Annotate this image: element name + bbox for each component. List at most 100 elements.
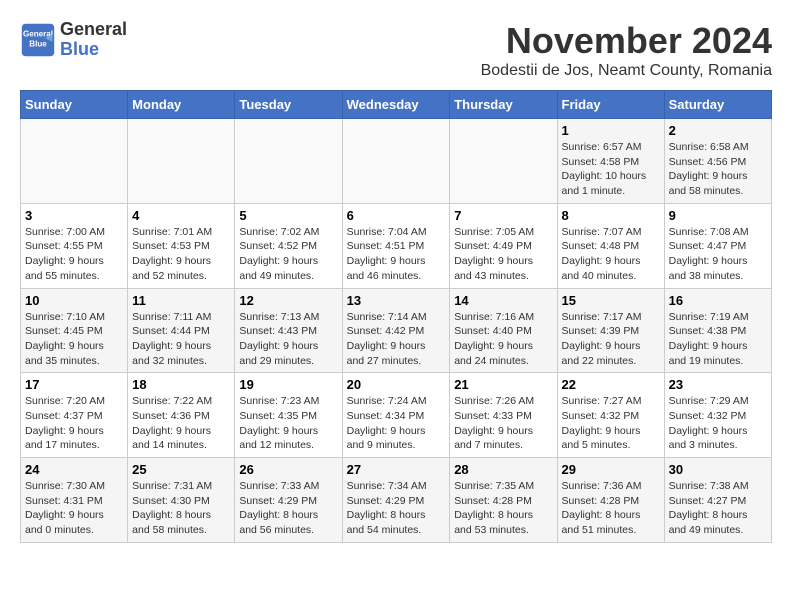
day-number: 14 <box>454 293 552 308</box>
day-cell: 19 Sunrise: 7:23 AM Sunset: 4:35 PM Dayli… <box>235 373 342 458</box>
day-number: 19 <box>239 377 337 392</box>
day-info: Sunrise: 7:33 AM Sunset: 4:29 PM Dayligh… <box>239 479 337 538</box>
day-info: Sunrise: 6:57 AM Sunset: 4:58 PM Dayligh… <box>562 140 660 199</box>
header: General Blue General Blue November 2024 … <box>20 20 772 80</box>
day-cell: 21 Sunrise: 7:26 AM Sunset: 4:33 PM Dayli… <box>450 373 557 458</box>
day-cell: 13 Sunrise: 7:14 AM Sunset: 4:42 PM Dayli… <box>342 288 450 373</box>
day-info: Sunrise: 7:26 AM Sunset: 4:33 PM Dayligh… <box>454 394 552 453</box>
logo-line2: Blue <box>60 40 127 60</box>
svg-text:Blue: Blue <box>29 39 47 48</box>
day-cell: 18 Sunrise: 7:22 AM Sunset: 4:36 PM Dayli… <box>128 373 235 458</box>
day-info: Sunrise: 7:19 AM Sunset: 4:38 PM Dayligh… <box>669 310 767 369</box>
day-info: Sunrise: 7:04 AM Sunset: 4:51 PM Dayligh… <box>347 225 446 284</box>
day-info: Sunrise: 7:23 AM Sunset: 4:35 PM Dayligh… <box>239 394 337 453</box>
day-number: 7 <box>454 208 552 223</box>
day-number: 15 <box>562 293 660 308</box>
day-info: Sunrise: 7:00 AM Sunset: 4:55 PM Dayligh… <box>25 225 123 284</box>
day-cell: 6 Sunrise: 7:04 AM Sunset: 4:51 PM Daylig… <box>342 203 450 288</box>
week-row-5: 24 Sunrise: 7:30 AM Sunset: 4:31 PM Dayli… <box>21 458 772 543</box>
day-cell: 15 Sunrise: 7:17 AM Sunset: 4:39 PM Dayli… <box>557 288 664 373</box>
day-cell: 16 Sunrise: 7:19 AM Sunset: 4:38 PM Dayli… <box>664 288 771 373</box>
weekday-header-monday: Monday <box>128 91 235 119</box>
day-cell: 27Sunrise: 7:34 AM Sunset: 4:29 PM Dayli… <box>342 458 450 543</box>
day-info: Sunrise: 7:10 AM Sunset: 4:45 PM Dayligh… <box>25 310 123 369</box>
day-info: Sunrise: 7:08 AM Sunset: 4:47 PM Dayligh… <box>669 225 767 284</box>
day-cell: 23 Sunrise: 7:29 AM Sunset: 4:32 PM Dayli… <box>664 373 771 458</box>
day-cell: 2 Sunrise: 6:58 AM Sunset: 4:56 PM Daylig… <box>664 119 771 204</box>
day-number: 3 <box>25 208 123 223</box>
day-cell: 7Sunrise: 7:05 AM Sunset: 4:49 PM Daylig… <box>450 203 557 288</box>
day-info: Sunrise: 7:20 AM Sunset: 4:37 PM Dayligh… <box>25 394 123 453</box>
weekday-header-saturday: Saturday <box>664 91 771 119</box>
day-number: 30 <box>669 462 767 477</box>
day-cell: 3 Sunrise: 7:00 AM Sunset: 4:55 PM Daylig… <box>21 203 128 288</box>
logo-icon: General Blue <box>20 22 56 58</box>
week-row-1: 1 Sunrise: 6:57 AM Sunset: 4:58 PM Daylig… <box>21 119 772 204</box>
day-number: 18 <box>132 377 230 392</box>
day-info: Sunrise: 7:02 AM Sunset: 4:52 PM Dayligh… <box>239 225 337 284</box>
day-cell: 12 Sunrise: 7:13 AM Sunset: 4:43 PM Dayli… <box>235 288 342 373</box>
day-number: 5 <box>239 208 337 223</box>
day-number: 22 <box>562 377 660 392</box>
day-info: Sunrise: 7:24 AM Sunset: 4:34 PM Dayligh… <box>347 394 446 453</box>
day-cell: 4Sunrise: 7:01 AM Sunset: 4:53 PM Daylig… <box>128 203 235 288</box>
day-number: 21 <box>454 377 552 392</box>
day-info: Sunrise: 7:35 AM Sunset: 4:28 PM Dayligh… <box>454 479 552 538</box>
day-cell <box>235 119 342 204</box>
day-cell: 20Sunrise: 7:24 AM Sunset: 4:34 PM Dayli… <box>342 373 450 458</box>
weekday-header-friday: Friday <box>557 91 664 119</box>
day-info: Sunrise: 7:30 AM Sunset: 4:31 PM Dayligh… <box>25 479 123 538</box>
day-number: 16 <box>669 293 767 308</box>
day-number: 25 <box>132 462 230 477</box>
day-number: 13 <box>347 293 446 308</box>
day-number: 29 <box>562 462 660 477</box>
day-cell: 11 Sunrise: 7:11 AM Sunset: 4:44 PM Dayli… <box>128 288 235 373</box>
day-info: Sunrise: 7:29 AM Sunset: 4:32 PM Dayligh… <box>669 394 767 453</box>
logo-line1: General <box>60 20 127 40</box>
day-info: Sunrise: 6:58 AM Sunset: 4:56 PM Dayligh… <box>669 140 767 199</box>
day-cell <box>128 119 235 204</box>
day-number: 11 <box>132 293 230 308</box>
day-cell: 14Sunrise: 7:16 AM Sunset: 4:40 PM Dayli… <box>450 288 557 373</box>
day-info: Sunrise: 7:01 AM Sunset: 4:53 PM Dayligh… <box>132 225 230 284</box>
day-info: Sunrise: 7:14 AM Sunset: 4:42 PM Dayligh… <box>347 310 446 369</box>
day-cell: 5 Sunrise: 7:02 AM Sunset: 4:52 PM Daylig… <box>235 203 342 288</box>
day-cell: 28 Sunrise: 7:35 AM Sunset: 4:28 PM Dayli… <box>450 458 557 543</box>
day-info: Sunrise: 7:17 AM Sunset: 4:39 PM Dayligh… <box>562 310 660 369</box>
day-cell: 8 Sunrise: 7:07 AM Sunset: 4:48 PM Daylig… <box>557 203 664 288</box>
day-info: Sunrise: 7:36 AM Sunset: 4:28 PM Dayligh… <box>562 479 660 538</box>
day-number: 1 <box>562 123 660 138</box>
day-info: Sunrise: 7:07 AM Sunset: 4:48 PM Dayligh… <box>562 225 660 284</box>
day-cell: 30 Sunrise: 7:38 AM Sunset: 4:27 PM Dayli… <box>664 458 771 543</box>
day-number: 6 <box>347 208 446 223</box>
weekday-header-sunday: Sunday <box>21 91 128 119</box>
day-number: 2 <box>669 123 767 138</box>
day-info: Sunrise: 7:38 AM Sunset: 4:27 PM Dayligh… <box>669 479 767 538</box>
weekday-header-row: SundayMondayTuesdayWednesdayThursdayFrid… <box>21 91 772 119</box>
day-info: Sunrise: 7:13 AM Sunset: 4:43 PM Dayligh… <box>239 310 337 369</box>
day-cell: 26 Sunrise: 7:33 AM Sunset: 4:29 PM Dayli… <box>235 458 342 543</box>
day-info: Sunrise: 7:31 AM Sunset: 4:30 PM Dayligh… <box>132 479 230 538</box>
day-number: 17 <box>25 377 123 392</box>
day-number: 23 <box>669 377 767 392</box>
calendar: SundayMondayTuesdayWednesdayThursdayFrid… <box>20 90 772 543</box>
title-area: November 2024 Bodestii de Jos, Neamt Cou… <box>481 20 772 80</box>
day-cell: 29 Sunrise: 7:36 AM Sunset: 4:28 PM Dayli… <box>557 458 664 543</box>
day-cell: 22 Sunrise: 7:27 AM Sunset: 4:32 PM Dayli… <box>557 373 664 458</box>
week-row-2: 3 Sunrise: 7:00 AM Sunset: 4:55 PM Daylig… <box>21 203 772 288</box>
day-cell: 10Sunrise: 7:10 AM Sunset: 4:45 PM Dayli… <box>21 288 128 373</box>
weekday-header-wednesday: Wednesday <box>342 91 450 119</box>
weekday-header-thursday: Thursday <box>450 91 557 119</box>
day-number: 24 <box>25 462 123 477</box>
day-cell <box>450 119 557 204</box>
day-cell <box>342 119 450 204</box>
day-cell: 1 Sunrise: 6:57 AM Sunset: 4:58 PM Daylig… <box>557 119 664 204</box>
day-number: 8 <box>562 208 660 223</box>
logo: General Blue General Blue <box>20 20 127 60</box>
day-number: 26 <box>239 462 337 477</box>
day-info: Sunrise: 7:22 AM Sunset: 4:36 PM Dayligh… <box>132 394 230 453</box>
day-number: 28 <box>454 462 552 477</box>
day-number: 12 <box>239 293 337 308</box>
day-info: Sunrise: 7:11 AM Sunset: 4:44 PM Dayligh… <box>132 310 230 369</box>
day-info: Sunrise: 7:27 AM Sunset: 4:32 PM Dayligh… <box>562 394 660 453</box>
